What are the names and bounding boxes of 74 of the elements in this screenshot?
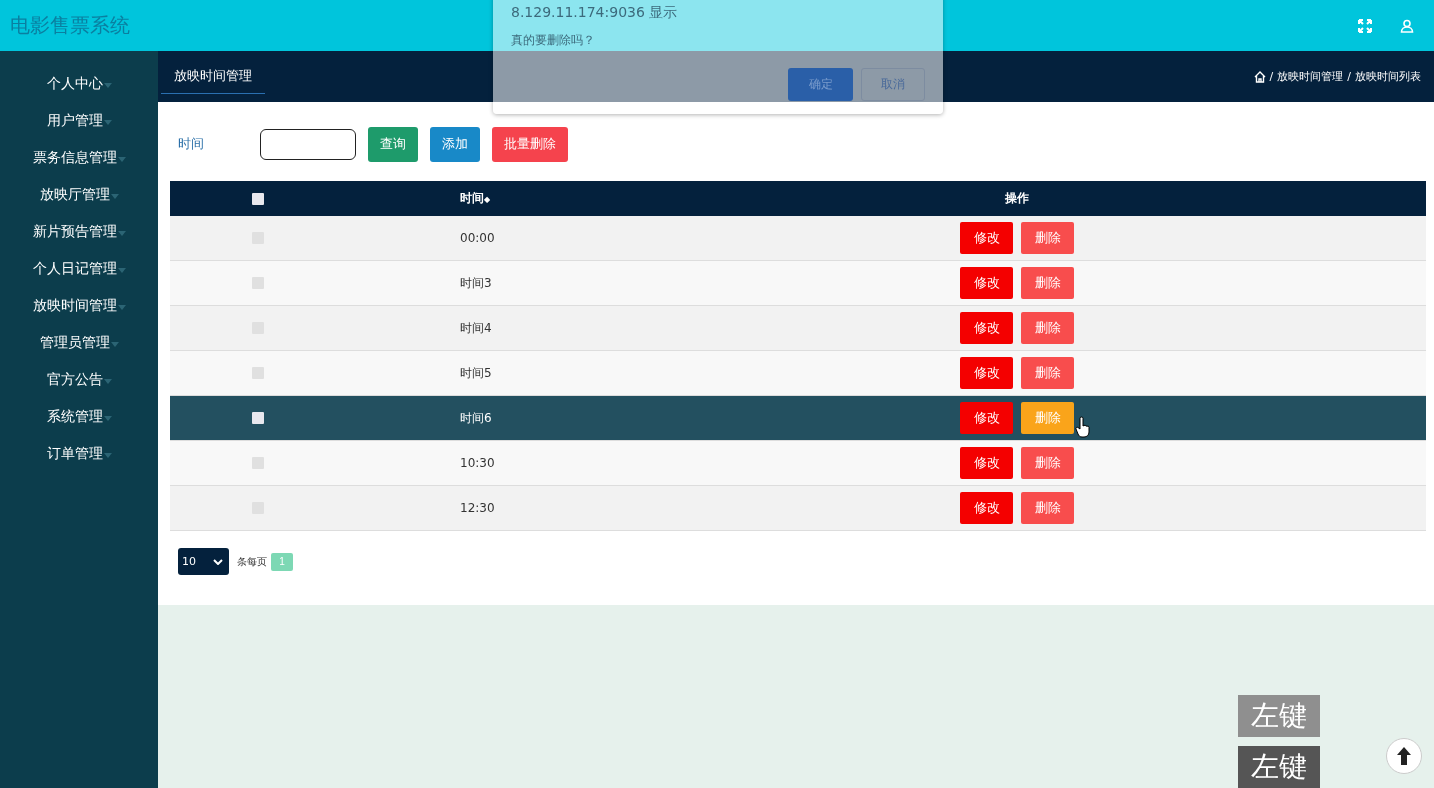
edit-button[interactable]: 修改 — [960, 357, 1013, 389]
fullscreen-icon[interactable] — [1358, 18, 1372, 33]
sidebar-item[interactable]: 放映厅管理 — [39, 186, 110, 204]
column-header: 操作 — [1005, 190, 1029, 207]
action-button[interactable]: 查询 — [368, 126, 418, 162]
table-cell: 10:30 — [460, 456, 495, 470]
table-row[interactable]: 时间6 修改 删除 — [170, 396, 1426, 441]
table-row[interactable]: 00:00 修改 删除 — [170, 216, 1426, 261]
edit-button[interactable]: 修改 — [960, 402, 1013, 434]
home-icon[interactable] — [1253, 70, 1266, 83]
caret-icon — [103, 83, 112, 88]
back-to-top-button[interactable] — [1386, 738, 1422, 774]
breadcrumb-separator: / — [1269, 70, 1274, 83]
breadcrumb-separator: / — [1347, 70, 1351, 83]
dialog-title: 8.129.11.174:9036 显示 — [511, 4, 679, 22]
row-checkbox[interactable] — [251, 457, 264, 469]
edit-button[interactable]: 修改 — [960, 222, 1013, 254]
action-button[interactable]: 批量删除 — [492, 126, 568, 162]
sidebar-item[interactable]: 系统管理 — [46, 408, 103, 426]
row-checkbox[interactable] — [251, 412, 264, 424]
caret-icon — [103, 120, 112, 125]
caret-icon — [110, 342, 119, 347]
breadcrumb-item[interactable]: 放映时间列表 — [1355, 69, 1421, 84]
edit-button[interactable]: 修改 — [960, 492, 1013, 524]
table-cell: 时间5 — [460, 365, 492, 380]
column-header[interactable]: 时间◆ — [460, 191, 491, 205]
key-press-overlay: 左键 — [1238, 746, 1320, 788]
table-row[interactable]: 时间3 修改 删除 — [170, 261, 1426, 306]
edit-button[interactable]: 修改 — [960, 447, 1013, 479]
chevron-down-icon — [213, 558, 223, 565]
app-title: 电影售票系统 — [10, 12, 130, 39]
sidebar-item[interactable]: 用户管理 — [46, 112, 103, 130]
sidebar-item[interactable]: 放映时间管理 — [32, 297, 117, 315]
table-cell: 时间6 — [460, 410, 492, 425]
action-button[interactable]: 添加 — [430, 126, 480, 162]
caret-icon — [110, 194, 119, 199]
caret-icon — [103, 453, 112, 458]
caret-icon — [117, 305, 126, 310]
table-cell: 时间4 — [460, 320, 492, 335]
sidebar-item[interactable]: 订单管理 — [46, 445, 103, 463]
tab[interactable]: 放映时间管理 — [161, 67, 265, 94]
time-input-field[interactable] — [260, 128, 356, 160]
row-checkbox[interactable] — [251, 367, 264, 379]
edit-button[interactable]: 修改 — [960, 312, 1013, 344]
breadcrumb-item[interactable]: 放映时间管理 — [1277, 69, 1344, 84]
page-size-label: 条每页 — [237, 554, 267, 569]
table-cell: 00:00 — [460, 231, 495, 245]
sidebar-item[interactable]: 新片预告管理 — [32, 223, 117, 241]
table-row[interactable]: 时间4 修改 删除 — [170, 306, 1426, 351]
key-press-overlay: 左键 — [1238, 695, 1320, 737]
row-checkbox[interactable] — [251, 277, 264, 289]
caret-icon — [103, 379, 112, 384]
edit-button[interactable]: 修改 — [960, 267, 1013, 299]
select-all-checkbox[interactable] — [251, 192, 264, 205]
sidebar-item[interactable]: 个人日记管理 — [32, 260, 117, 278]
dialog-message: 真的要删除吗？ — [511, 32, 596, 49]
table-row[interactable]: 时间5 修改 删除 — [170, 351, 1426, 396]
caret-icon — [103, 416, 112, 421]
table-cell: 时间3 — [460, 275, 492, 290]
caret-icon — [117, 157, 126, 162]
table-row[interactable]: 12:30 修改 删除 — [170, 486, 1426, 531]
user-icon[interactable] — [1400, 18, 1414, 33]
page-size-select[interactable]: 10 — [178, 548, 229, 575]
sidebar-item[interactable]: 官方公告 — [46, 371, 103, 389]
table-cell: 12:30 — [460, 501, 495, 515]
field-label: 时间 — [177, 135, 205, 153]
sidebar-item[interactable]: 票务信息管理 — [32, 149, 117, 167]
table-row[interactable]: 10:30 修改 删除 — [170, 441, 1426, 486]
sidebar-item[interactable]: 个人中心 — [46, 75, 103, 93]
caret-icon — [117, 231, 126, 236]
hand-cursor-icon — [1075, 416, 1091, 438]
caret-icon — [117, 268, 126, 273]
arrow-up-icon — [1396, 746, 1412, 766]
sidebar-item[interactable]: 管理员管理 — [39, 334, 110, 352]
